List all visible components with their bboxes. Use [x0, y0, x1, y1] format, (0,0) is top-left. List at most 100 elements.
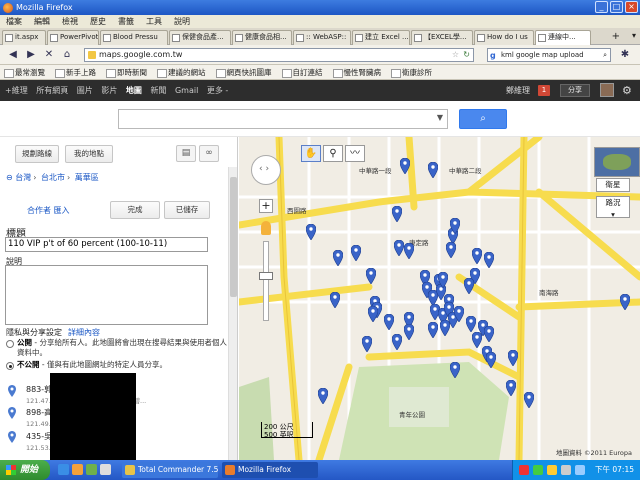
map-marker-pin-icon[interactable] [449, 361, 461, 379]
url-bar[interactable]: maps.google.com.tw ☆ ↻ [84, 48, 474, 62]
private-radio[interactable] [6, 362, 14, 370]
map-marker-pin-icon[interactable] [485, 351, 497, 369]
bookmark-star-icon[interactable]: ☆ [452, 49, 459, 61]
browser-tab[interactable]: it.aspx [2, 30, 46, 45]
map-marker-pin-icon[interactable] [393, 239, 405, 257]
place-name[interactable]: 883-郭 [26, 384, 52, 395]
add-marker-icon[interactable]: ⚲ [323, 145, 343, 162]
tray-icon[interactable] [547, 465, 557, 475]
map-marker-pin-icon[interactable] [361, 335, 373, 353]
tray-icon[interactable] [533, 465, 543, 475]
saved-button[interactable]: 已儲存 [164, 201, 210, 219]
breadcrumb-item[interactable]: 台灣 [15, 173, 31, 182]
browser-tab[interactable]: 【EXCEL學... [411, 30, 473, 45]
map-marker-pin-icon[interactable] [471, 247, 483, 265]
network-icon[interactable] [561, 465, 571, 475]
map-marker-pin-icon[interactable] [332, 249, 344, 267]
menu-help[interactable]: 說明 [174, 15, 190, 28]
map-marker-pin-icon[interactable] [350, 244, 362, 262]
browser-tab[interactable]: Blood Pressu [100, 30, 168, 45]
chevron-down-icon[interactable]: ▼ [437, 113, 443, 122]
minimize-button[interactable]: _ [595, 1, 608, 13]
map-marker-pin-icon[interactable] [317, 387, 329, 405]
zoom-in-button[interactable]: + [259, 199, 273, 213]
menu-edit[interactable]: 編輯 [34, 15, 50, 28]
map-marker-pin-icon[interactable] [437, 271, 449, 289]
map-canvas[interactable]: 中華路一段 中華路二段 西園路 康定路 青年公園 南海路 ✋ ⚲ 〰 + 衛星 … [239, 137, 640, 460]
browser-tab[interactable]: :: WebASP:: [293, 30, 351, 45]
map-marker-pin-icon[interactable] [391, 205, 403, 223]
avatar[interactable] [600, 83, 614, 97]
menu-history[interactable]: 歷史 [90, 15, 106, 28]
collaborators-import-links[interactable]: 合作者 匯入 [27, 205, 70, 216]
menu-view[interactable]: 檢視 [62, 15, 78, 28]
bookmark-item[interactable]: 衛康診所 [391, 65, 432, 79]
ie-icon[interactable] [58, 464, 69, 475]
menu-bookmarks[interactable]: 書籤 [118, 15, 134, 28]
hand-tool-icon[interactable]: ✋ [301, 145, 321, 162]
traffic-button[interactable]: 路況 ▾ [596, 196, 630, 219]
place-pin-icon[interactable] [8, 407, 16, 419]
map-marker-pin-icon[interactable] [465, 315, 477, 333]
taskbar-item-total-commander[interactable]: Total Commander 7.5... [122, 462, 218, 478]
public-radio[interactable] [6, 340, 14, 348]
browser-tab[interactable]: 健康食品相... [232, 30, 292, 45]
taskbar-item-firefox[interactable]: Mozilla Firefox [222, 462, 318, 478]
gbar-maps[interactable]: 地圖 [126, 80, 142, 101]
maximize-button[interactable]: □ [610, 1, 623, 13]
gbar-web[interactable]: 所有網頁 [36, 80, 68, 101]
home-icon[interactable]: ⌂ [60, 48, 74, 62]
reload-icon[interactable]: ↻ [463, 49, 470, 61]
back-arrow-icon[interactable]: ⊖ [6, 173, 13, 182]
volume-icon[interactable] [575, 465, 585, 475]
gbar-plus[interactable]: +維理 [5, 80, 28, 101]
map-marker-pin-icon[interactable] [367, 305, 379, 323]
map-marker-pin-icon[interactable] [483, 325, 495, 343]
directions-button[interactable]: 規劃路線 [15, 145, 59, 163]
back-icon[interactable]: ◀ [6, 48, 20, 62]
desktop-icon[interactable] [86, 464, 97, 475]
zoom-slider-track[interactable] [263, 241, 269, 321]
gbar-gmail[interactable]: Gmail [175, 80, 198, 101]
map-marker-pin-icon[interactable] [403, 323, 415, 341]
place-pin-icon[interactable] [8, 385, 16, 397]
place-name[interactable]: 898-高 [26, 407, 52, 418]
forward-icon[interactable]: ▶ [24, 48, 38, 62]
browser-tab-active[interactable]: 連線中... [535, 30, 591, 46]
bookmark-item[interactable]: 新手上路 [55, 65, 96, 79]
gbar-videos[interactable]: 影片 [101, 80, 117, 101]
bookmark-item[interactable]: 即時新聞 [106, 65, 147, 79]
link-icon[interactable]: ∞ [199, 145, 219, 162]
zoom-slider-thumb[interactable] [259, 272, 273, 280]
map-marker-pin-icon[interactable] [471, 331, 483, 349]
browser-tab[interactable]: How do I us [474, 30, 534, 45]
map-marker-pin-icon[interactable] [453, 305, 465, 323]
title-input[interactable]: 110 VIP p't of 60 percent (100-10-11) [5, 237, 208, 252]
overview-map-thumbnail[interactable] [594, 147, 640, 177]
share-button[interactable]: 分享 [560, 84, 590, 97]
place-pin-icon[interactable] [8, 431, 16, 443]
addon-icon[interactable]: ✱ [618, 48, 632, 62]
browser-tab[interactable]: 保健食品產... [169, 30, 231, 45]
map-marker-pin-icon[interactable] [505, 379, 517, 397]
done-button[interactable]: 完成 [110, 201, 160, 219]
gbar-more[interactable]: 更多 - [207, 80, 228, 101]
privacy-details-link[interactable]: 詳細內容 [68, 328, 100, 337]
map-marker-pin-icon[interactable] [365, 267, 377, 285]
menu-tools[interactable]: 工具 [146, 15, 162, 28]
map-marker-pin-icon[interactable] [523, 391, 535, 409]
map-marker-pin-icon[interactable] [507, 349, 519, 367]
scrollbar-thumb[interactable] [230, 177, 237, 297]
map-marker-pin-icon[interactable] [445, 241, 457, 259]
search-icon[interactable]: ⌕ [603, 49, 607, 61]
bookmark-item[interactable]: 自訂連結 [281, 65, 323, 79]
firefox-quicklaunch-icon[interactable] [72, 464, 83, 475]
gear-icon[interactable]: ⚙ [622, 80, 632, 101]
map-marker-pin-icon[interactable] [391, 333, 403, 351]
breadcrumb-item[interactable]: 萬華區 [75, 173, 99, 182]
map-marker-pin-icon[interactable] [483, 251, 495, 269]
left-panel-scrollbar[interactable] [228, 167, 237, 460]
close-button[interactable]: × [625, 1, 638, 13]
map-marker-pin-icon[interactable] [329, 291, 341, 309]
map-marker-pin-icon[interactable] [463, 277, 475, 295]
